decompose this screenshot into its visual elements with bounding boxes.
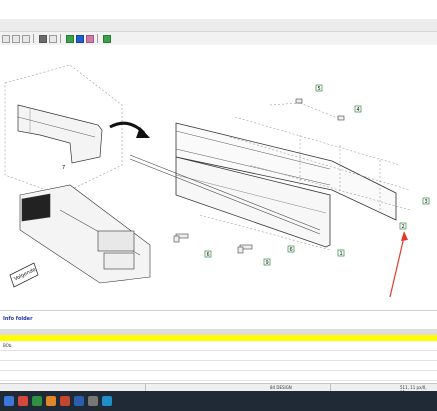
word-icon[interactable]: [74, 396, 84, 406]
callout-label: 6: [207, 252, 210, 258]
info-row-text: BOb: [3, 343, 12, 348]
windows-taskbar: [0, 391, 437, 411]
outlook-icon[interactable]: [102, 396, 112, 406]
folder-icon[interactable]: [46, 396, 56, 406]
parts-diagram-viewer[interactable]: Volgende 5 4 3 2 1 6 9 6 7: [0, 45, 437, 311]
machine-assembly-part: [19, 184, 151, 284]
bookmark-icon[interactable]: [103, 34, 111, 43]
toolbar-separator: [60, 34, 61, 43]
app-icon[interactable]: [88, 396, 98, 406]
toolbar-separator: [33, 34, 34, 43]
pan-icon[interactable]: [49, 34, 57, 43]
callout-label: 9: [266, 260, 269, 266]
detail-channel-part: [17, 104, 103, 164]
info-row[interactable]: BOb: [0, 341, 437, 351]
callout-label: 1: [340, 251, 343, 257]
info-panel-title: Info folder: [3, 316, 33, 322]
print-icon[interactable]: [39, 34, 47, 43]
status-center-text: 84 DESIGN: [270, 385, 292, 390]
callout-label: 6: [290, 247, 293, 253]
callout-label: 5: [318, 86, 321, 92]
info-row[interactable]: [0, 371, 437, 381]
callout-label: 2: [402, 224, 405, 230]
callout-label: 7: [62, 165, 65, 171]
zoom-in-icon[interactable]: [2, 34, 10, 43]
start-icon[interactable]: [4, 396, 14, 406]
window-top-strip: [0, 0, 437, 19]
chrome-icon[interactable]: [18, 396, 28, 406]
info-row[interactable]: [0, 351, 437, 361]
blank-header-area: [0, 19, 437, 31]
stop-icon[interactable]: [76, 34, 84, 43]
fit-page-icon[interactable]: [22, 34, 30, 43]
refresh-icon[interactable]: [66, 34, 74, 43]
red-annotation-arrow: [389, 236, 405, 298]
powerpoint-icon[interactable]: [60, 396, 70, 406]
callout-label: 3: [425, 199, 428, 205]
zoom-out-icon[interactable]: [12, 34, 20, 43]
viewer-toolbar: [0, 31, 437, 46]
excel-icon[interactable]: [32, 396, 42, 406]
info-panel: Info folder BOb: [0, 311, 437, 392]
link-icon[interactable]: [86, 34, 94, 43]
callout-label: 4: [357, 107, 360, 113]
info-row[interactable]: [0, 361, 437, 371]
exploded-parts-diagram: Volgende 5 4 3 2 1 6 9 6 7: [4, 64, 430, 298]
toolbar-separator: [97, 34, 98, 43]
